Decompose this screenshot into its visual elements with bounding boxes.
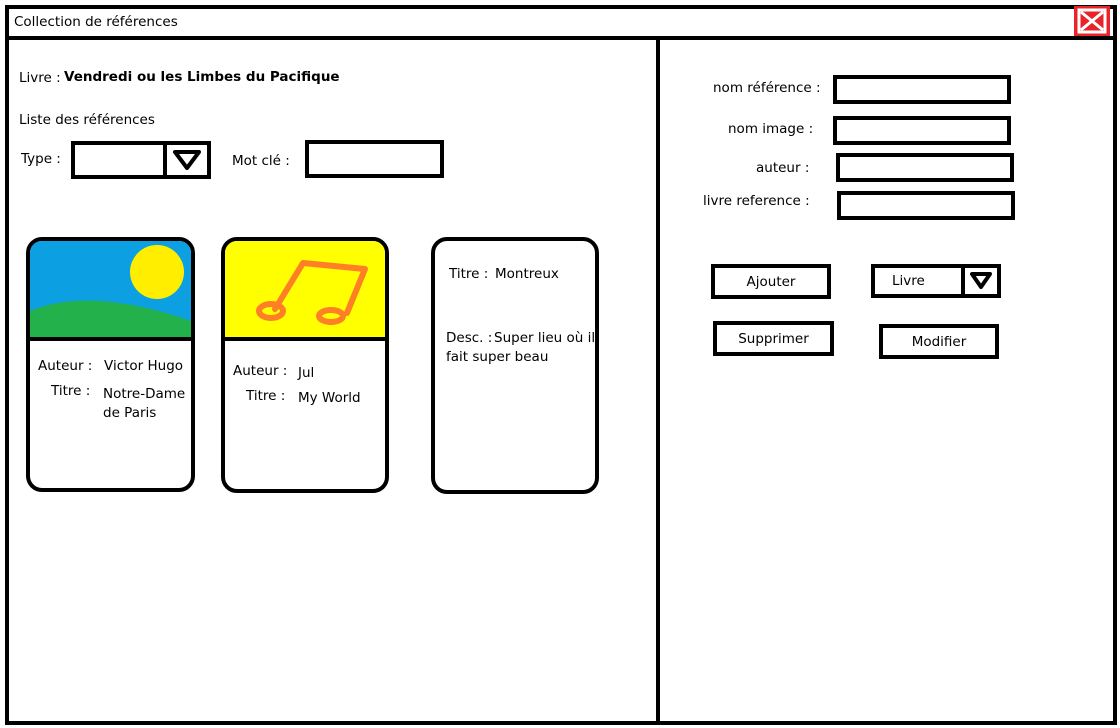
card-title: Montreux (495, 266, 559, 282)
card-author: Victor Hugo (104, 358, 184, 374)
card-title: My World (298, 390, 361, 406)
nom-image-input[interactable] (833, 116, 1011, 145)
close-icon (1077, 8, 1107, 34)
chevron-down-icon[interactable] (163, 145, 207, 175)
type-select-right-value: Livre (892, 273, 925, 289)
delete-button[interactable]: Supprimer (713, 321, 834, 356)
nom-image-label: nom image : (728, 121, 814, 137)
type-label: Type : (21, 151, 61, 167)
book-label: Livre : (19, 70, 61, 86)
keyword-label: Mot clé : (232, 153, 290, 169)
card-title: Notre-Dame (103, 386, 186, 402)
add-button[interactable]: Ajouter (711, 264, 831, 299)
modify-button[interactable]: Modifier (879, 324, 999, 359)
type-select[interactable] (71, 141, 211, 179)
card-desc: Super lieu où il (494, 330, 596, 346)
panel-divider (656, 36, 660, 724)
reference-card[interactable]: Titre : Montreux Desc. : Super lieu où i… (431, 237, 599, 494)
card-author-label: Auteur : (233, 363, 288, 379)
book-title: Vendredi ou les Limbes du Pacifique (64, 69, 340, 85)
auteur-input[interactable] (836, 153, 1014, 182)
landscape-image (30, 241, 191, 337)
card-desc: fait super beau (446, 349, 549, 365)
type-select-right[interactable]: Livre (871, 264, 1001, 298)
keyword-input[interactable] (305, 140, 444, 178)
livre-reference-label: livre reference : (703, 193, 810, 209)
card-author-label: Auteur : (38, 358, 93, 374)
auteur-label: auteur : (756, 160, 810, 176)
type-select-value (75, 145, 163, 175)
reference-card[interactable]: Auteur : Victor Hugo Titre : Notre-Dame … (26, 237, 195, 492)
livre-reference-input[interactable] (837, 191, 1015, 220)
reference-card[interactable]: Auteur : Jul Titre : My World (221, 237, 389, 493)
music-note-image (225, 241, 385, 337)
card-author: Jul (298, 365, 315, 381)
window-title: Collection de références (14, 14, 178, 30)
close-button[interactable] (1074, 6, 1110, 36)
nom-reference-label: nom référence : (713, 80, 821, 96)
chevron-down-icon[interactable] (961, 268, 997, 294)
card-title: de Paris (103, 405, 157, 421)
nom-reference-input[interactable] (833, 75, 1011, 104)
titlebar-divider (5, 36, 1117, 40)
card-title-label: Titre : (449, 266, 489, 282)
references-list-heading: Liste des références (19, 112, 155, 128)
card-title-label: Titre : (246, 388, 286, 404)
card-title-label: Titre : (51, 383, 91, 399)
card-desc-label: Desc. : (446, 330, 493, 346)
